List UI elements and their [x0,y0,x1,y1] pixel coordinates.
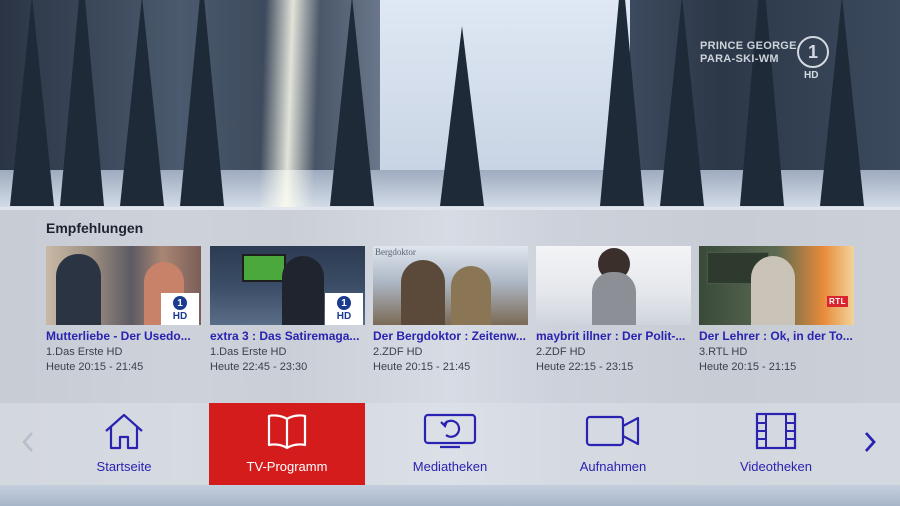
bottom-navigation: Startseite TV-Programm Mediatheken Aufna… [0,403,900,485]
card-time: Heute 22:15 - 23:15 [536,361,634,373]
tree [120,0,164,206]
light-beam [258,0,321,210]
tree [740,0,784,206]
card-channel: 2.ZDF HD [536,346,586,358]
event-logo-text: PRINCE GEORGE PARA-SKI-WM [700,40,800,66]
ard-one-icon: 1 [337,296,351,310]
card-channel: 1.Das Erste HD [210,346,287,358]
nav-label: Videotheken [739,459,813,474]
person-silhouette [56,254,101,325]
card-channel: 3.RTL HD [699,346,748,358]
tree [660,0,704,206]
background-strip [0,485,900,506]
person-silhouette [751,256,795,325]
film-strip-icon [754,411,798,451]
book-icon [265,411,309,451]
card-channel: 1.Das Erste HD [46,346,123,358]
hd-label: HD [804,70,819,81]
ard-logo-icon: 1 [797,36,829,68]
thumbnail [536,246,691,325]
person-silhouette [401,260,445,325]
card-time: Heute 20:15 - 21:45 [46,361,144,373]
chevron-right-icon[interactable] [860,427,880,457]
section-title: Empfehlungen [46,220,144,236]
channel-logo: PRINCE GEORGE PARA-SKI-WM 1 HD [700,36,830,84]
person-silhouette [592,272,636,325]
nav-label: TV-Programm [246,459,328,474]
nav-mediatheken[interactable]: Mediatheken [372,403,528,485]
person-silhouette [282,256,324,325]
sky [380,0,630,170]
person-silhouette [451,266,491,325]
nav-tv-programm[interactable]: TV-Programm [209,403,365,485]
card-time: Heute 22:45 - 23:30 [210,361,308,373]
home-icon [102,411,146,451]
thumb-overlay-text: Bergdoktor [375,247,416,257]
chevron-left-icon[interactable] [18,427,38,457]
ard-hd-badge: 1 HD [161,293,199,325]
card-title: Der Lehrer : Ok, in der To... [699,329,853,343]
recommendation-card[interactable]: RTL Der Lehrer : Ok, in der To... 3.RTL … [699,246,854,373]
card-title: extra 3 : Das Satiremaga... [210,329,360,343]
tree [820,0,864,206]
recommendation-card[interactable]: 1 HD Mutterliebe - Der Usedo... 1.Das Er… [46,246,201,373]
recommendation-card[interactable]: 1 HD extra 3 : Das Satiremaga... 1.Das E… [210,246,365,373]
thumbnail: 1 HD [46,246,201,325]
nav-label: Aufnahmen [579,459,647,474]
card-time: Heute 20:15 - 21:45 [373,361,471,373]
studio-screen [242,254,286,282]
thumbnail: RTL [699,246,854,325]
event-line-1: PRINCE GEORGE [700,40,797,52]
card-title: Der Bergdoktor : Zeitenw... [373,329,526,343]
ard-hd-badge: 1 HD [325,293,363,325]
replay-screen-icon [422,411,478,451]
nav-label: Startseite [96,459,152,474]
tree [440,26,484,206]
recommendations-panel: Empfehlungen 1 HD Mutterliebe - Der Used… [0,207,900,403]
thumbnail: Bergdoktor [373,246,528,325]
tree [330,0,374,206]
event-line-2: PARA-SKI-WM [700,53,779,65]
nav-label: Mediatheken [412,459,488,474]
tree [10,0,54,206]
thumbnail: 1 HD [210,246,365,325]
video-camera-icon [584,411,642,451]
card-time: Heute 20:15 - 21:15 [699,361,797,373]
card-title: Mutterliebe - Der Usedo... [46,329,191,343]
tree [600,0,644,206]
tree [60,0,104,206]
card-channel: 2.ZDF HD [373,346,423,358]
ard-one-icon: 1 [173,296,187,310]
rtl-logo-icon: RTL [826,296,848,307]
nav-aufnahmen[interactable]: Aufnahmen [535,403,691,485]
nav-videotheken[interactable]: Videotheken [698,403,854,485]
card-title: maybrit illner : Der Polit-... [536,329,686,343]
recommendation-card[interactable]: maybrit illner : Der Polit-... 2.ZDF HD … [536,246,691,373]
recommendation-card[interactable]: Bergdoktor Der Bergdoktor : Zeitenw... 2… [373,246,528,373]
nav-startseite[interactable]: Startseite [46,403,202,485]
tree [180,0,224,206]
hd-text: HD [172,311,188,322]
hd-text: HD [336,311,352,322]
